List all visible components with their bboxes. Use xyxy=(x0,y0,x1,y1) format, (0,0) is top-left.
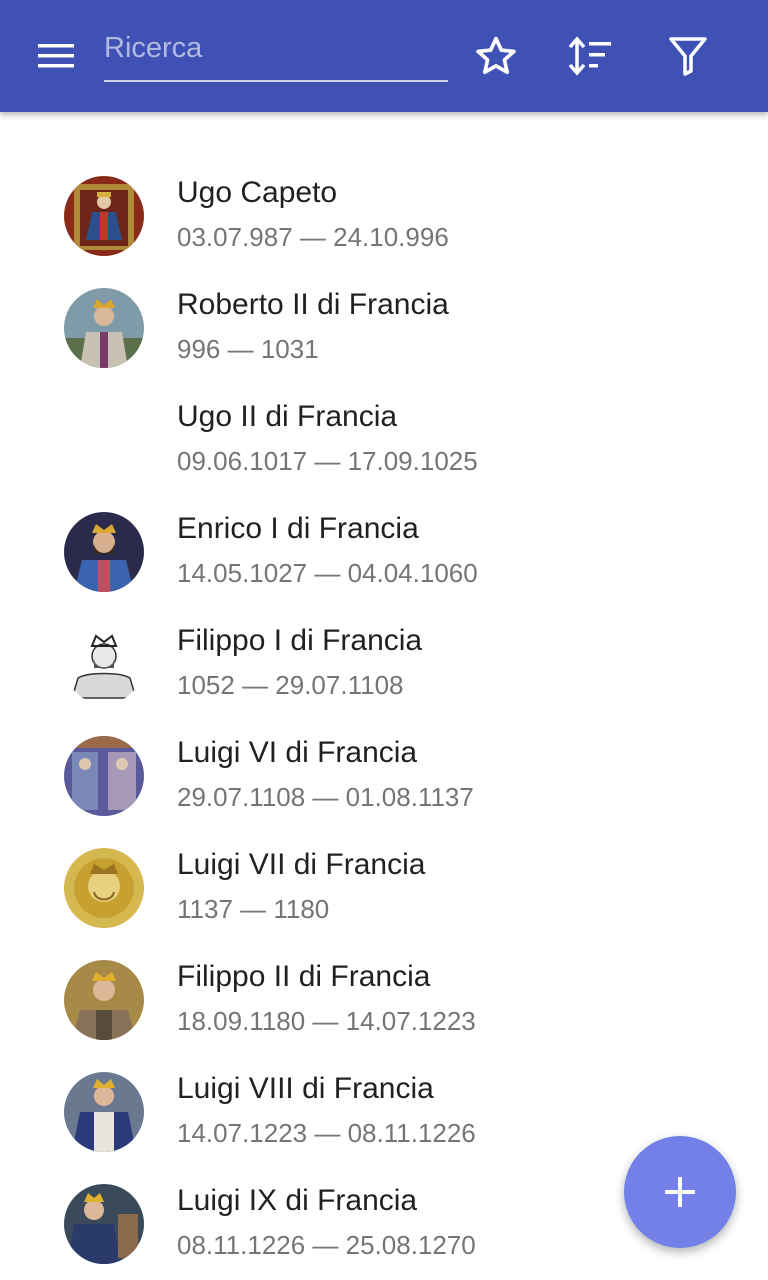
menu-button[interactable] xyxy=(20,30,92,82)
ruler-name: Filippo II di Francia xyxy=(177,960,431,993)
ruler-dates: 996 — 1031 xyxy=(177,334,319,364)
search-field xyxy=(104,20,448,82)
ruler-dates: 14.07.1223 — 08.11.1226 xyxy=(177,1118,476,1148)
portrait-avatar xyxy=(64,512,144,592)
add-button[interactable] xyxy=(624,1136,736,1248)
ruler-name: Enrico I di Francia xyxy=(177,512,419,545)
ruler-name: Luigi IX di Francia xyxy=(177,1184,418,1217)
portrait-avatar xyxy=(64,848,144,928)
search-input[interactable] xyxy=(104,26,444,70)
ruler-dates: 1137 — 1180 xyxy=(177,894,330,924)
ruler-dates: 29.07.1108 — 01.08.1137 xyxy=(177,782,474,812)
ruler-name: Ugo II di Francia xyxy=(177,400,398,433)
ruler-dates: 03.07.987 — 24.10.996 xyxy=(177,222,449,252)
portrait-avatar xyxy=(64,960,144,1040)
portrait-avatar xyxy=(64,288,144,368)
sort-icon xyxy=(568,36,611,76)
ruler-name: Roberto II di Francia xyxy=(177,288,449,321)
ruler-dates: 1052 — 29.07.1108 xyxy=(177,670,404,700)
plus-icon xyxy=(665,1177,695,1207)
filter-icon xyxy=(669,37,707,76)
star-outline-icon xyxy=(476,36,516,75)
list-item[interactable]: Filippo II di Francia 18.09.1180 — 14.07… xyxy=(0,944,768,1056)
list-item[interactable]: Ugo Capeto 03.07.987 — 24.10.996 xyxy=(0,160,768,272)
sort-button[interactable] xyxy=(563,28,619,84)
ruler-list: Ugo Capeto 03.07.987 — 24.10.996 Roberto… xyxy=(0,160,768,1280)
app-bar xyxy=(0,0,768,112)
favorites-button[interactable] xyxy=(468,28,524,84)
portrait-avatar xyxy=(64,1072,144,1152)
ruler-dates: 14.05.1027 — 04.04.1060 xyxy=(177,558,478,588)
list-item[interactable]: Enrico I di Francia 14.05.1027 — 04.04.1… xyxy=(0,496,768,608)
list-item[interactable]: Luigi VI di Francia 29.07.1108 — 01.08.1… xyxy=(0,720,768,832)
ruler-name: Filippo I di Francia xyxy=(177,624,423,657)
ruler-name: Ugo Capeto xyxy=(177,176,338,209)
ruler-dates: 09.06.1017 — 17.09.1025 xyxy=(177,446,478,476)
list-item[interactable]: Filippo I di Francia 1052 — 29.07.1108 xyxy=(0,608,768,720)
portrait-avatar xyxy=(64,624,144,704)
list-item[interactable]: Luigi VII di Francia 1137 — 1180 xyxy=(0,832,768,944)
filter-button[interactable] xyxy=(660,28,716,84)
ruler-name: Luigi VIII di Francia xyxy=(177,1072,434,1105)
ruler-dates: 18.09.1180 — 14.07.1223 xyxy=(177,1006,476,1036)
portrait-avatar xyxy=(64,176,144,256)
list-item[interactable]: Ugo II di Francia 09.06.1017 — 17.09.102… xyxy=(0,384,768,496)
ruler-name: Luigi VII di Francia xyxy=(177,848,426,881)
portrait-avatar xyxy=(64,1184,144,1264)
menu-icon xyxy=(38,44,74,68)
ruler-name: Luigi VI di Francia xyxy=(177,736,418,769)
portrait-avatar xyxy=(64,736,144,816)
ruler-dates: 08.11.1226 — 25.08.1270 xyxy=(177,1230,476,1260)
list-item[interactable]: Roberto II di Francia 996 — 1031 xyxy=(0,272,768,384)
